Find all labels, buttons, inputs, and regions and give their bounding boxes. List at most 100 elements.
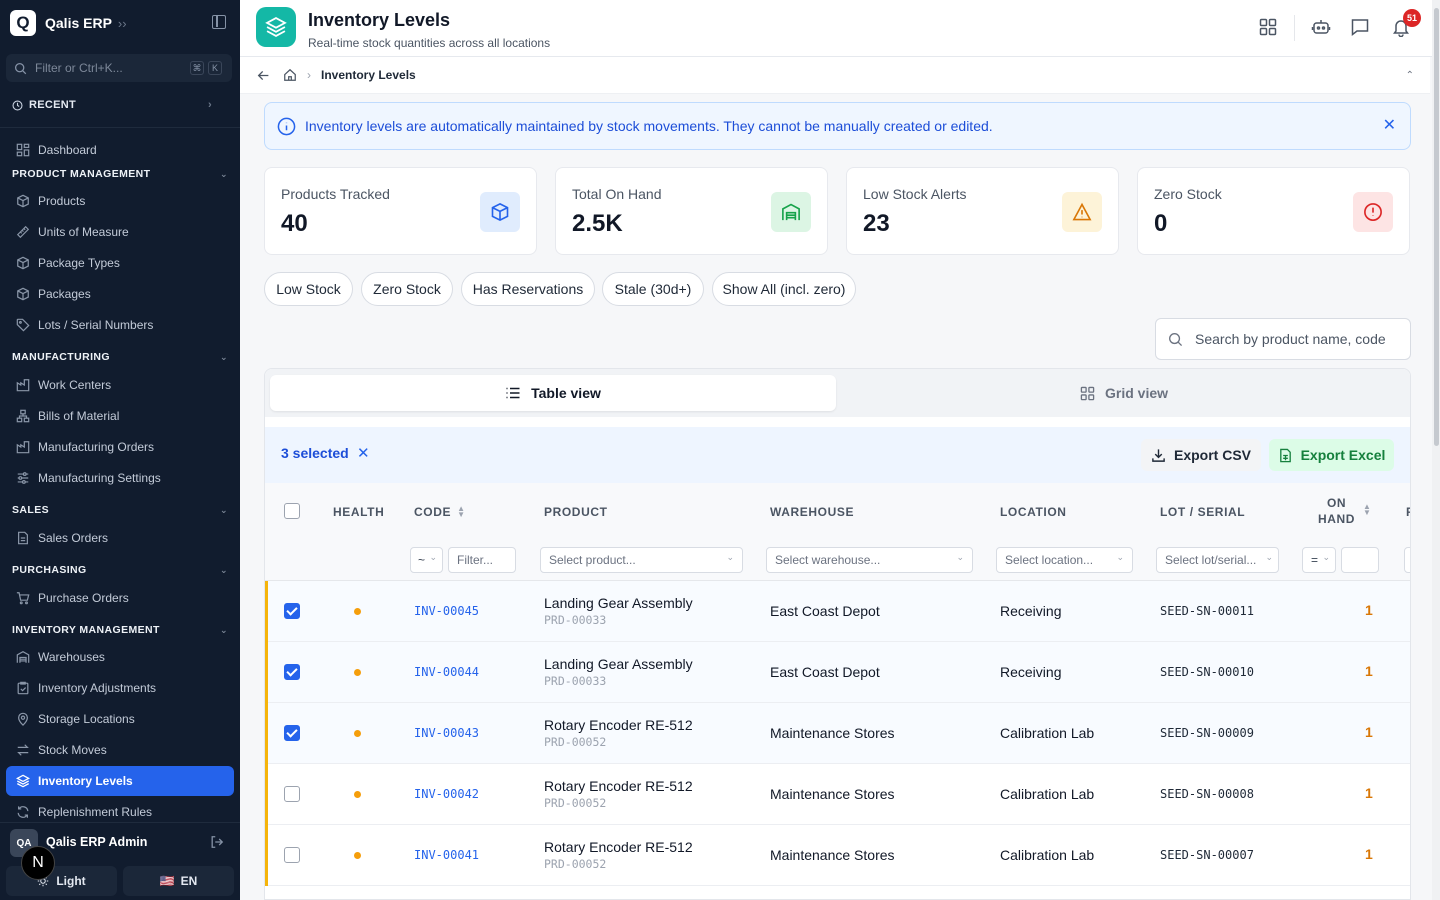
logout-icon[interactable] bbox=[210, 835, 224, 852]
reserved-filter-operator[interactable] bbox=[1404, 547, 1410, 573]
code-filter-operator[interactable]: ~ ⌄ bbox=[410, 547, 443, 573]
column-product[interactable]: PRODUCT bbox=[544, 505, 608, 519]
row-checkbox[interactable] bbox=[284, 603, 300, 619]
table-row[interactable]: INV-00043 Rotary Encoder RE-512 PRD-0005… bbox=[265, 703, 1410, 764]
select-placeholder: Select product... bbox=[549, 553, 636, 567]
export-excel-button[interactable]: Export Excel bbox=[1269, 439, 1394, 471]
filter-stale[interactable]: Stale (30d+) bbox=[602, 272, 704, 306]
table-row[interactable]: INV-00044 Landing Gear Assembly PRD-0003… bbox=[265, 642, 1410, 703]
apps-grid-icon[interactable] bbox=[1256, 15, 1280, 39]
row-checkbox[interactable] bbox=[284, 786, 300, 802]
sidebar-search-placeholder: Filter or Ctrl+K... bbox=[35, 61, 123, 75]
row-code-link[interactable]: INV-00045 bbox=[414, 604, 479, 618]
column-location[interactable]: LOCATION bbox=[1000, 505, 1067, 519]
chevron-up-icon[interactable]: ⌃ bbox=[1406, 70, 1414, 81]
operator-value: = bbox=[1311, 553, 1319, 567]
chevron-down-icon: ⌄ bbox=[956, 552, 964, 562]
column-code[interactable]: CODE ▲ ▼ bbox=[414, 505, 466, 520]
table-row[interactable]: INV-00041 Rotary Encoder RE-512 PRD-0005… bbox=[265, 825, 1410, 886]
table-search[interactable] bbox=[1155, 318, 1411, 360]
user-name[interactable]: Qalis ERP Admin bbox=[46, 835, 147, 849]
clear-selection-icon[interactable]: ✕ bbox=[357, 444, 370, 462]
download-icon bbox=[1151, 448, 1166, 463]
lot-filter-select[interactable]: Select lot/serial... ⌄ bbox=[1156, 547, 1279, 573]
sort-icon[interactable]: ▲ ▼ bbox=[1363, 503, 1371, 517]
brand[interactable]: Q Qalis ERP ›› bbox=[10, 10, 127, 36]
warehouse-filter-select[interactable]: Select warehouse... ⌄ bbox=[766, 547, 973, 573]
column-warehouse[interactable]: WAREHOUSE bbox=[770, 505, 854, 519]
column-on-hand[interactable]: ON HAND bbox=[1318, 495, 1355, 527]
row-checkbox[interactable] bbox=[284, 664, 300, 680]
page-header: Inventory Levels Real-time stock quantit… bbox=[240, 0, 1440, 57]
close-icon[interactable]: ✕ bbox=[1383, 115, 1396, 135]
sidebar-item-label: Lots / Serial Numbers bbox=[38, 318, 154, 332]
section-sales[interactable]: SALES ⌄ bbox=[12, 504, 228, 516]
sidebar-item-stock-moves[interactable]: Stock Moves bbox=[6, 735, 234, 765]
column-health[interactable]: HEALTH bbox=[333, 505, 384, 519]
section-inventory-management[interactable]: INVENTORY MANAGEMENT ⌄ bbox=[12, 624, 228, 636]
search-input[interactable] bbox=[1195, 331, 1385, 347]
select-all-checkbox[interactable] bbox=[284, 503, 300, 519]
sidebar-item-storage-locations[interactable]: Storage Locations bbox=[6, 704, 234, 734]
sidebar-item-work-centers[interactable]: Work Centers bbox=[6, 370, 234, 400]
chat-icon[interactable] bbox=[1348, 15, 1372, 39]
sidebar-item-units-of-measure[interactable]: Units of Measure bbox=[6, 217, 234, 247]
brand-logo: Q bbox=[10, 10, 36, 36]
sidebar-item-inventory-levels[interactable]: Inventory Levels bbox=[6, 766, 234, 796]
n-badge[interactable]: N bbox=[21, 846, 55, 880]
row-code-link[interactable]: INV-00041 bbox=[414, 848, 479, 862]
back-arrow-icon[interactable] bbox=[257, 69, 270, 82]
qty-filter-operator[interactable]: = ⌄ bbox=[1302, 547, 1336, 573]
table-row[interactable]: INV-00042 Rotary Encoder RE-512 PRD-0005… bbox=[265, 764, 1410, 825]
filter-zero-stock[interactable]: Zero Stock bbox=[361, 272, 453, 306]
sidebar-item-sales-orders[interactable]: Sales Orders bbox=[6, 523, 234, 553]
sidebar-item-packages[interactable]: Packages bbox=[6, 279, 234, 309]
sidebar-item-inventory-adjustments[interactable]: Inventory Adjustments bbox=[6, 673, 234, 703]
filter-has-reservations[interactable]: Has Reservations bbox=[461, 272, 595, 306]
tab-table-view[interactable]: Table view bbox=[270, 375, 836, 411]
code-filter-input[interactable]: Filter... bbox=[448, 547, 516, 573]
language-button[interactable]: 🇺🇸 EN bbox=[123, 866, 234, 896]
stat-label: Zero Stock bbox=[1154, 186, 1222, 202]
home-icon[interactable] bbox=[283, 68, 297, 82]
product-filter-select[interactable]: Select product... ⌄ bbox=[540, 547, 743, 573]
sidebar-collapse-icon[interactable] bbox=[212, 15, 226, 29]
section-purchasing[interactable]: PURCHASING ⌄ bbox=[12, 564, 228, 576]
filter-low-stock[interactable]: Low Stock bbox=[264, 272, 353, 306]
sidebar-search[interactable]: Filter or Ctrl+K... ⌘ K bbox=[6, 54, 232, 82]
qty-filter-input[interactable] bbox=[1341, 547, 1379, 573]
sidebar-item-lots-serial-numbers[interactable]: Lots / Serial Numbers bbox=[6, 310, 234, 340]
page-title: Inventory Levels bbox=[308, 10, 451, 30]
sidebar-item-label: Manufacturing Settings bbox=[38, 471, 161, 485]
section-manufacturing[interactable]: MANUFACTURING ⌄ bbox=[12, 351, 228, 363]
row-accent bbox=[265, 642, 268, 703]
row-code-link[interactable]: INV-00043 bbox=[414, 726, 479, 740]
sidebar-item-products[interactable]: Products bbox=[6, 186, 234, 216]
sidebar-item-label: Warehouses bbox=[38, 650, 105, 664]
column-lot-serial[interactable]: LOT / SERIAL bbox=[1160, 505, 1245, 519]
row-checkbox[interactable] bbox=[284, 725, 300, 741]
scrollbar-thumb[interactable] bbox=[1434, 8, 1439, 446]
section-product-management[interactable]: PRODUCT MANAGEMENT ⌄ bbox=[12, 168, 228, 180]
filter-show-all[interactable]: Show All (incl. zero) bbox=[712, 272, 856, 306]
row-code-link[interactable]: INV-00042 bbox=[414, 787, 479, 801]
location-filter-select[interactable]: Select location... ⌄ bbox=[996, 547, 1133, 573]
us-flag-icon: 🇺🇸 bbox=[159, 874, 175, 888]
sidebar-item-dashboard[interactable]: Dashboard bbox=[6, 135, 234, 165]
row-checkbox[interactable] bbox=[284, 847, 300, 863]
document-icon bbox=[15, 530, 31, 546]
row-code-link[interactable]: INV-00044 bbox=[414, 665, 479, 679]
sidebar-item-bills-of-material[interactable]: Bills of Material bbox=[6, 401, 234, 431]
column-reserved[interactable]: R bbox=[1406, 505, 1410, 519]
sidebar-item-package-types[interactable]: Package Types bbox=[6, 248, 234, 278]
recent-toggle[interactable]: RECENT › bbox=[12, 99, 212, 111]
sidebar-item-manufacturing-settings[interactable]: Manufacturing Settings bbox=[6, 463, 234, 493]
tab-grid-view[interactable]: Grid view bbox=[841, 375, 1407, 411]
bot-icon[interactable] bbox=[1309, 15, 1333, 39]
table-row[interactable]: INV-00045 Landing Gear Assembly PRD-0003… bbox=[265, 581, 1410, 642]
sidebar-item-purchase-orders[interactable]: Purchase Orders bbox=[6, 583, 234, 613]
sidebar-item-manufacturing-orders[interactable]: Manufacturing Orders bbox=[6, 432, 234, 462]
export-csv-button[interactable]: Export CSV bbox=[1141, 439, 1261, 471]
section-title: PURCHASING bbox=[12, 564, 87, 576]
sidebar-item-warehouses[interactable]: Warehouses bbox=[6, 642, 234, 672]
